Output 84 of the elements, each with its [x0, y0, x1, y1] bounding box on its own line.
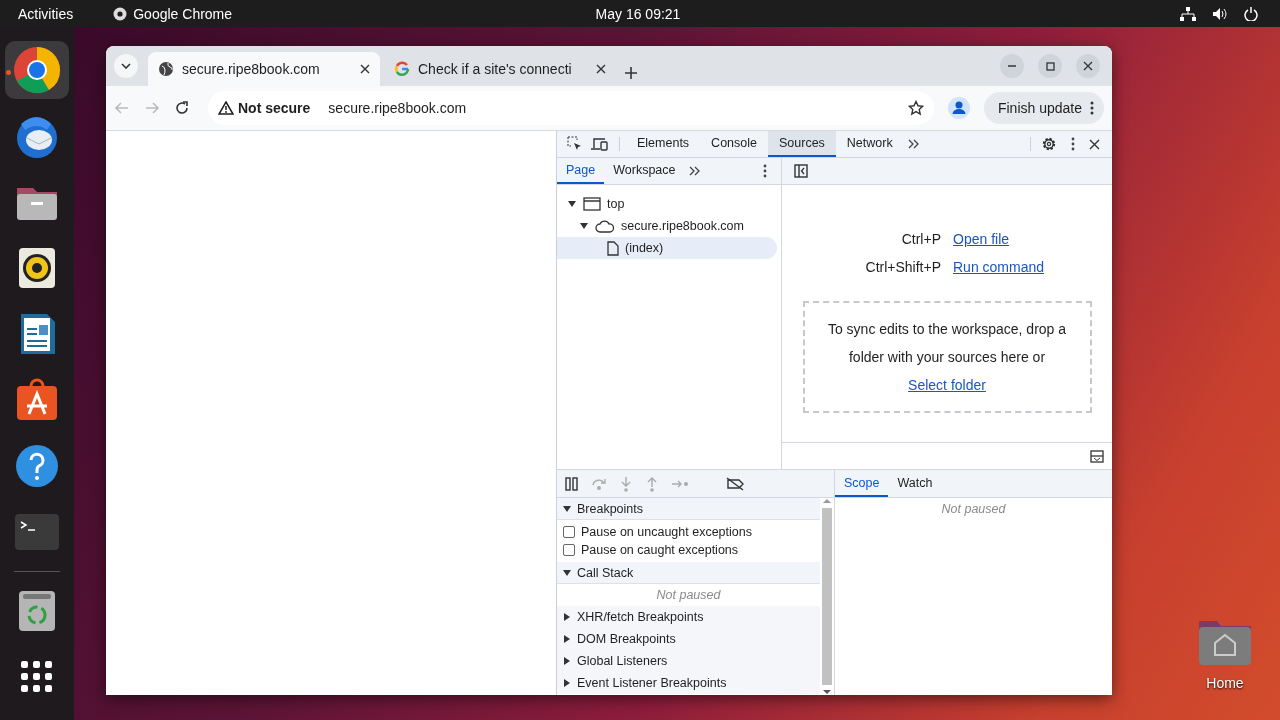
select-folder-link[interactable]: Select folder [908, 377, 986, 393]
reload-icon[interactable] [174, 100, 190, 116]
tree-item[interactable]: (index) [557, 237, 777, 259]
close-icon[interactable] [360, 64, 370, 74]
scroll-down-icon [823, 689, 831, 695]
collapsed-arrow-icon [563, 679, 571, 687]
browser-tab[interactable]: secure.ripe8book.com [148, 52, 380, 86]
shortcut-keys: Ctrl+P [791, 225, 941, 253]
scrollbar[interactable] [820, 498, 834, 695]
star-icon[interactable] [907, 100, 924, 116]
running-indicator [6, 70, 11, 75]
deactivate-breakpoints-icon[interactable] [726, 476, 744, 491]
expanded-arrow-icon [568, 200, 576, 208]
address-bar[interactable]: Not secure secure.ripe8book.com [208, 91, 934, 125]
shortcut-keys: Ctrl+Shift+P [791, 253, 941, 281]
checkbox[interactable] [563, 526, 575, 538]
url-text: secure.ripe8book.com [328, 100, 468, 116]
window-icon [583, 197, 601, 211]
tree-item[interactable]: secure.ripe8book.com [557, 215, 777, 237]
section-header[interactable]: Call Stack [557, 562, 820, 584]
app-menu[interactable]: Google Chrome [133, 5, 233, 22]
maximize-icon [1045, 61, 1055, 71]
minimize-button[interactable] [1000, 54, 1024, 78]
expanded-arrow-icon [563, 568, 571, 577]
drawer-toggle-icon[interactable] [1090, 449, 1104, 463]
browser-tab[interactable]: Check if a site's connecti [384, 52, 616, 86]
file-icon [607, 240, 619, 256]
collapsed-arrow-icon [563, 657, 571, 665]
collapsed-arrow-icon [563, 635, 571, 643]
new-tab-icon[interactable] [624, 66, 638, 80]
shortcut-link[interactable]: Run command [953, 259, 1045, 275]
collapsed-arrow-icon [563, 613, 571, 621]
settings-icon[interactable] [1041, 136, 1057, 152]
close-button[interactable] [1076, 54, 1100, 78]
more-tabs-icon[interactable] [907, 139, 919, 149]
inspect-icon[interactable] [567, 136, 583, 152]
activities-button[interactable]: Activities [18, 5, 74, 22]
more-icon [1090, 101, 1094, 115]
panel-tab[interactable]: Network [835, 131, 904, 157]
minimize-icon [1007, 65, 1017, 67]
more-tabs-icon[interactable] [688, 166, 700, 176]
close-icon [1083, 61, 1093, 71]
section-header[interactable]: XHR/fetch Breakpoints [557, 606, 820, 628]
section-header[interactable]: DOM Breakpoints [557, 628, 820, 650]
volume-icon[interactable] [1212, 6, 1228, 21]
expanded-arrow-icon [580, 222, 588, 230]
close-icon[interactable] [1089, 138, 1100, 150]
checkbox-label: Pause on caught exceptions [581, 543, 739, 557]
warning-icon [218, 101, 234, 115]
more-icon[interactable] [763, 164, 767, 178]
cloud-icon [595, 219, 615, 233]
security-label[interactable]: Not secure [238, 100, 311, 116]
tree-item[interactable]: top [557, 193, 777, 215]
section-header[interactable]: Breakpoints [557, 498, 820, 520]
maximize-button[interactable] [1038, 54, 1062, 78]
more-icon[interactable] [1071, 137, 1075, 151]
profile-icon[interactable] [947, 97, 970, 119]
finish-update-button[interactable]: Finish update [983, 92, 1104, 124]
device-toolbar-icon[interactable] [591, 137, 609, 151]
panel-tab[interactable]: Elements [626, 131, 701, 157]
checkbox[interactable] [563, 544, 575, 556]
question-mark-icon[interactable] [13, 442, 61, 490]
google-icon [394, 61, 410, 77]
sidebar-toggle-icon[interactable] [794, 164, 808, 178]
shortcut-link[interactable]: Open file [953, 231, 1010, 247]
section-header[interactable]: Global Listeners [557, 650, 820, 672]
globe-icon [158, 61, 174, 77]
navigator-tab[interactable]: Workspace [604, 158, 685, 184]
panel-tab[interactable]: Console [700, 131, 768, 157]
sidebar-tab[interactable]: Watch [888, 470, 942, 497]
section-header[interactable]: Event Listener Breakpoints [557, 672, 820, 694]
network-icon[interactable] [1180, 6, 1196, 21]
navigator-tab[interactable]: Page [557, 158, 605, 184]
close-icon[interactable] [596, 64, 606, 74]
drop-zone-text: To sync edits to the workspace, drop a folder with your sources here or [826, 320, 1068, 367]
power-icon[interactable] [1244, 6, 1258, 21]
clock[interactable]: May 16 09:21 [431, 5, 845, 22]
chevron-down-icon [121, 63, 131, 69]
pause-icon[interactable] [565, 476, 579, 491]
panel-tab[interactable]: Sources [768, 131, 836, 157]
expanded-arrow-icon [563, 504, 571, 513]
desktop-icon-label[interactable]: Home [1206, 675, 1244, 691]
checkbox-label: Pause on uncaught exceptions [581, 525, 752, 539]
tab-search-button[interactable] [114, 54, 138, 78]
